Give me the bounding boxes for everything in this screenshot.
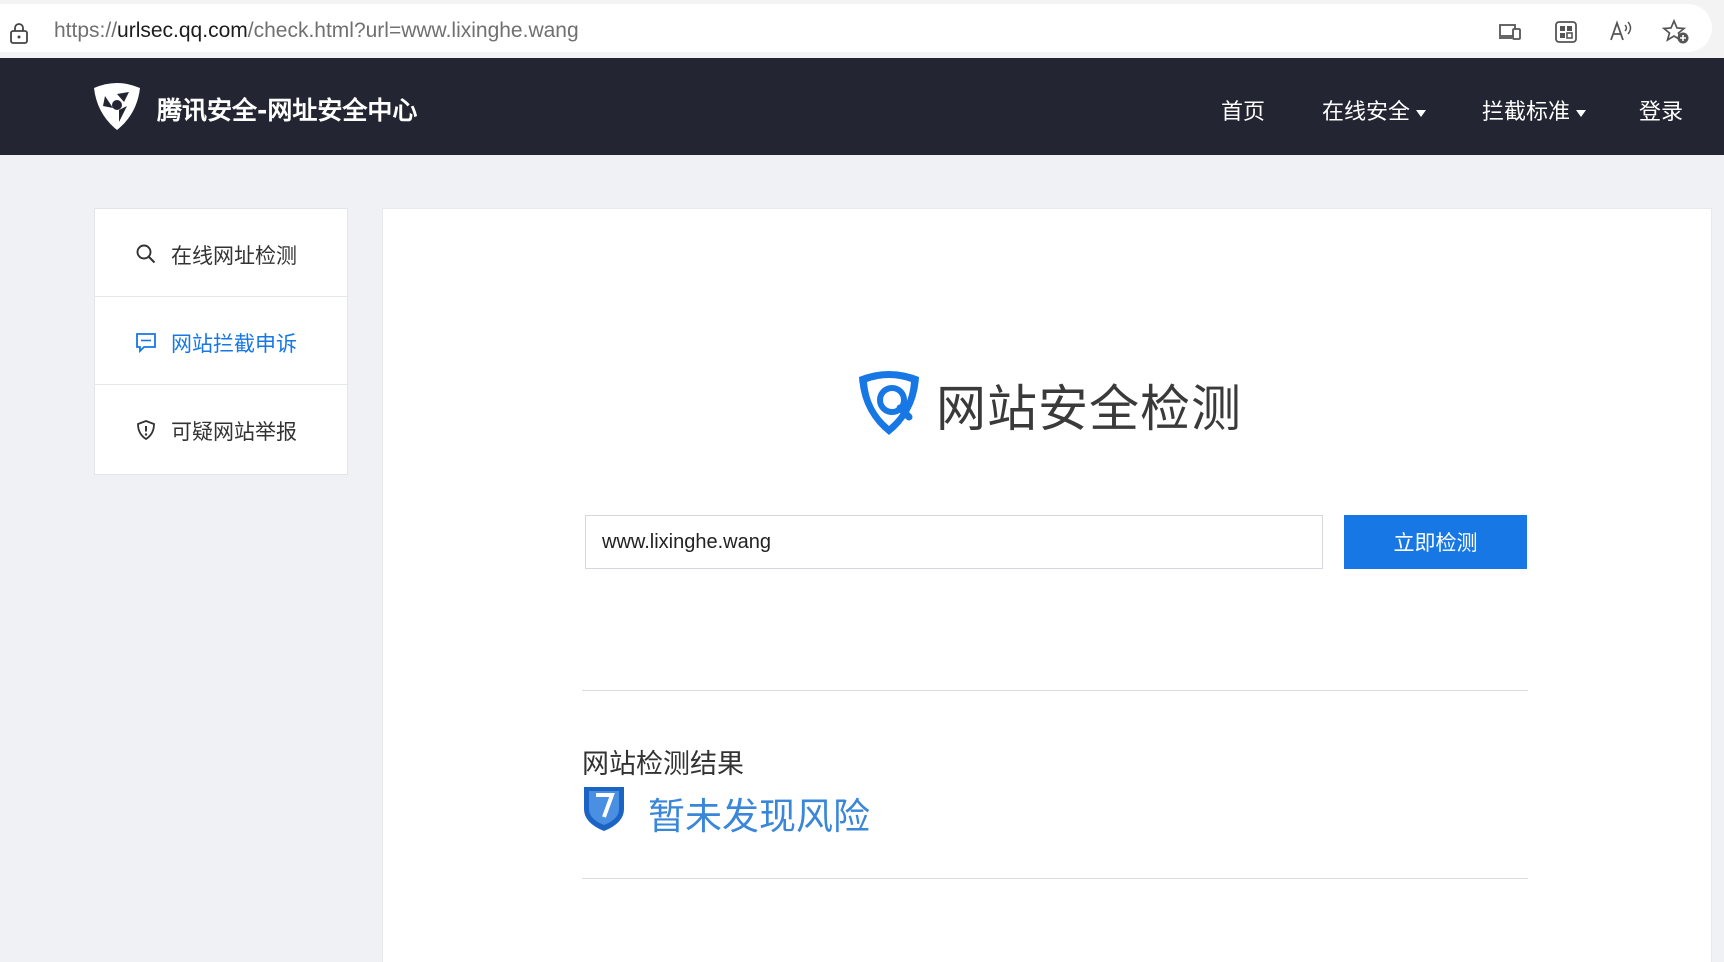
search-icon bbox=[136, 244, 156, 264]
url-prefix: https:// bbox=[54, 19, 118, 42]
tencent-security-logo-icon[interactable] bbox=[91, 80, 143, 132]
sidebar-item-block-appeal[interactable]: 网站拦截申诉 bbox=[95, 297, 347, 385]
divider bbox=[582, 690, 1528, 691]
result-status-text: 暂未发现风险 bbox=[648, 795, 870, 838]
site-title[interactable]: 腾讯安全-网址安全中心 bbox=[157, 91, 417, 127]
result-heading: 网站检测结果 bbox=[582, 749, 744, 780]
url-path: /check.html?url=www.lixinghe.wang bbox=[247, 19, 579, 42]
message-icon bbox=[136, 333, 156, 353]
main-panel: 网站安全检测 立即检测 网站检测结果 暂未发现风险 bbox=[382, 208, 1712, 962]
address-field[interactable]: https://urlsec.qq.com/check.html?url=www… bbox=[0, 4, 1712, 52]
security-check-logo-icon bbox=[859, 371, 919, 435]
nav-block-standard-label: 拦截标准 bbox=[1482, 100, 1571, 125]
apps-grid-icon[interactable] bbox=[1552, 18, 1580, 46]
read-aloud-icon[interactable] bbox=[1607, 18, 1635, 46]
nav-online-security[interactable]: 在线安全 bbox=[1322, 94, 1427, 126]
shield-check-icon bbox=[584, 787, 624, 831]
nav-login[interactable]: 登录 bbox=[1639, 94, 1683, 126]
nav-home-label: 首页 bbox=[1221, 100, 1266, 125]
sidebar-item-label: 在线网址检测 bbox=[171, 244, 297, 268]
favorite-add-icon[interactable] bbox=[1662, 18, 1690, 46]
caret-down-icon bbox=[1576, 109, 1587, 117]
nav-login-label: 登录 bbox=[1639, 100, 1684, 125]
hero-title: 网站安全检测 bbox=[936, 380, 1242, 438]
sidebar: 在线网址检测 网站拦截申诉 可疑网站举报 bbox=[94, 208, 348, 475]
lock-icon[interactable] bbox=[9, 22, 29, 44]
nav-block-standard[interactable]: 拦截标准 bbox=[1482, 94, 1587, 126]
nav-home[interactable]: 首页 bbox=[1221, 94, 1265, 126]
caret-down-icon bbox=[1416, 109, 1427, 117]
check-now-button[interactable]: 立即检测 bbox=[1344, 515, 1527, 569]
device-icon[interactable] bbox=[1496, 18, 1524, 46]
site-header: 腾讯安全-网址安全中心 首页 在线安全 拦截标准 登录 bbox=[0, 58, 1724, 155]
shield-alert-icon bbox=[137, 420, 155, 441]
nav-online-security-label: 在线安全 bbox=[1322, 100, 1411, 125]
divider bbox=[582, 878, 1528, 879]
sidebar-item-label: 网站拦截申诉 bbox=[171, 332, 297, 356]
url-text[interactable]: https://urlsec.qq.com/check.html?url=www… bbox=[54, 19, 579, 43]
sidebar-item-suspicious-report[interactable]: 可疑网站举报 bbox=[95, 385, 347, 473]
sidebar-item-label: 可疑网站举报 bbox=[171, 420, 297, 444]
sidebar-item-url-check[interactable]: 在线网址检测 bbox=[95, 209, 347, 297]
url-search-input[interactable] bbox=[585, 515, 1323, 569]
browser-address-bar: https://urlsec.qq.com/check.html?url=www… bbox=[0, 0, 1724, 58]
url-host: urlsec.qq.com bbox=[117, 19, 248, 42]
